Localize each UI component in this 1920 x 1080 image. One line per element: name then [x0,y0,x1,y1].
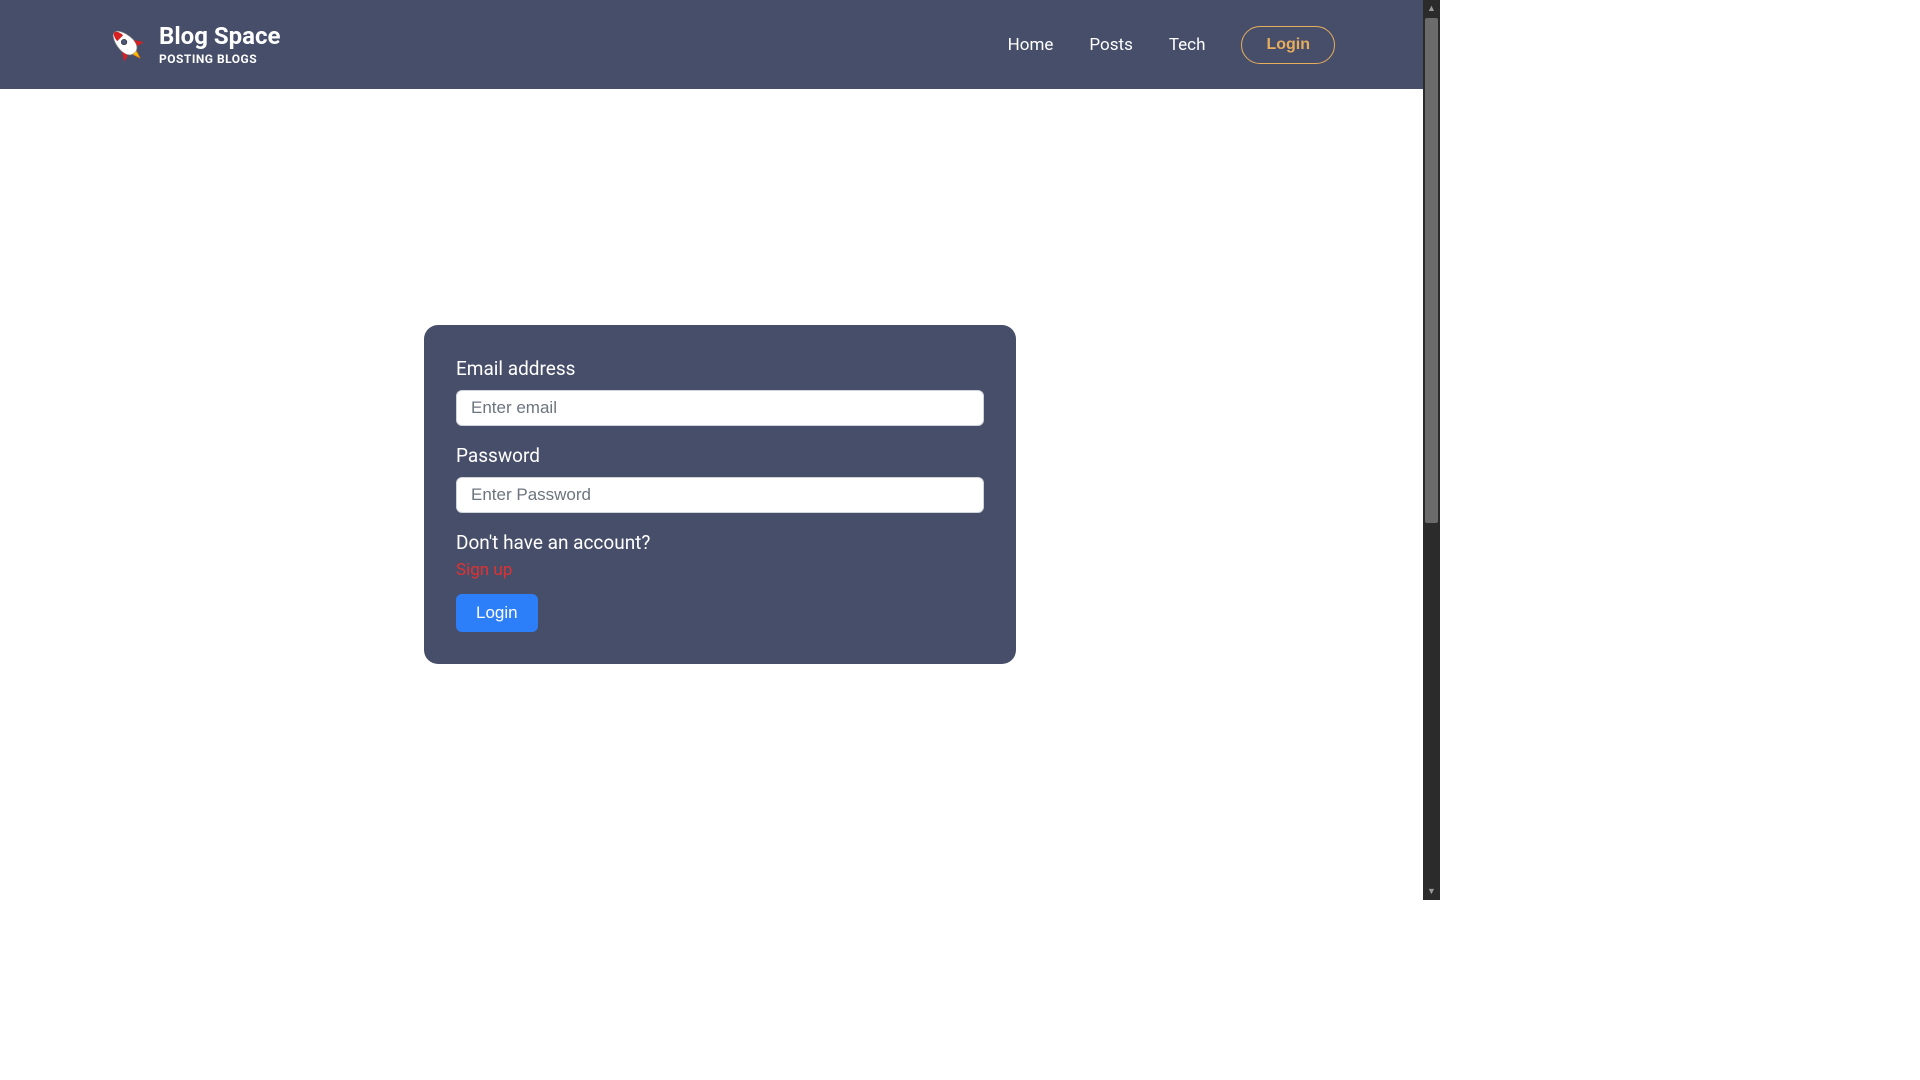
password-input[interactable] [456,477,984,513]
navbar: Blog Space POSTING BLOGS Home Posts Tech… [0,0,1440,89]
login-card: Email address Password Don't have an acc… [424,325,1016,664]
brand-text: Blog Space POSTING BLOGS [159,23,280,65]
vertical-scrollbar-track[interactable]: ▲ ▼ [1423,0,1440,900]
brand-subtitle: POSTING BLOGS [159,52,280,66]
password-group: Password [456,444,984,513]
nav-right: Home Posts Tech Login [1008,26,1335,64]
signup-section: Don't have an account? Sign up [456,531,984,580]
signup-prompt: Don't have an account? [456,531,984,554]
login-submit-button[interactable]: Login [456,594,538,632]
email-group: Email address [456,357,984,426]
brand[interactable]: Blog Space POSTING BLOGS [105,23,280,67]
password-label: Password [456,444,984,467]
email-label: Email address [456,357,984,380]
vertical-scrollbar-thumb[interactable] [1425,18,1438,523]
main-content: Email address Password Don't have an acc… [0,89,1440,900]
rocket-logo-icon [105,23,149,67]
scrollbar-up-arrow-icon[interactable]: ▲ [1423,0,1440,17]
nav-link-posts[interactable]: Posts [1089,35,1132,55]
scrollbar-down-arrow-icon[interactable]: ▼ [1423,883,1440,900]
nav-login-button[interactable]: Login [1241,26,1335,64]
nav-link-home[interactable]: Home [1008,35,1054,55]
brand-title: Blog Space [159,23,280,49]
email-input[interactable] [456,390,984,426]
signup-link[interactable]: Sign up [456,560,512,580]
nav-link-tech[interactable]: Tech [1169,35,1206,55]
